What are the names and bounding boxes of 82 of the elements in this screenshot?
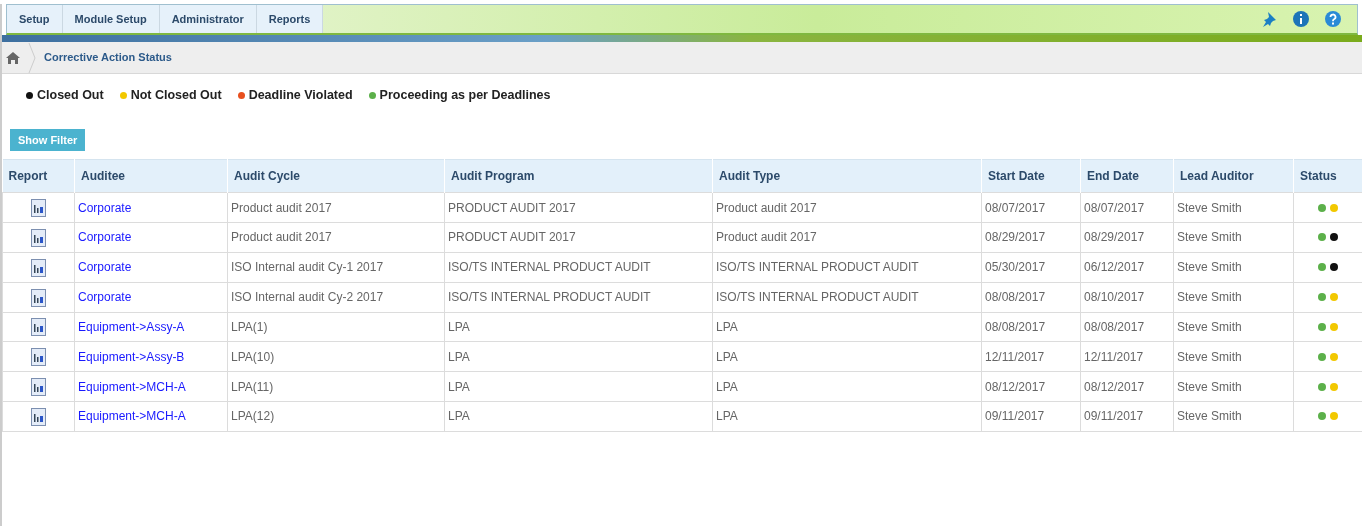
legend-label: Not Closed Out [130, 87, 222, 104]
table-cell: ISO/TS INTERNAL PRODUCT AUDIT [444, 252, 713, 283]
column-header: Audit Type [712, 159, 982, 193]
table-cell: ISO/TS INTERNAL PRODUCT AUDIT [444, 282, 713, 313]
column-header: Audit Cycle [227, 159, 445, 193]
table-cell: Steve Smith [1173, 312, 1294, 342]
table-cell: Product audit 2017 [712, 222, 982, 253]
info-icon[interactable] [1293, 11, 1309, 27]
table-cell: LPA [712, 371, 982, 402]
table-cell: 08/12/2017 [1080, 371, 1174, 402]
menu-tab[interactable]: Module Setup [62, 5, 160, 33]
legend-label: Deadline Violated [248, 87, 353, 104]
table-cell: PRODUCT AUDIT 2017 [444, 192, 713, 223]
table-cell: 08/07/2017 [1080, 192, 1174, 223]
auditee-link[interactable]: Corporate [78, 230, 132, 245]
pin-icon[interactable] [1261, 11, 1277, 27]
menu-tab[interactable]: Reports [256, 5, 324, 33]
table-cell: 08/07/2017 [981, 192, 1081, 223]
table-cell: 08/10/2017 [1080, 282, 1174, 313]
column-header: End Date [1080, 159, 1174, 193]
auditee-link[interactable]: Corporate [78, 290, 132, 305]
table-cell: ISO/TS INTERNAL PRODUCT AUDIT [712, 282, 982, 313]
table-cell: Steve Smith [1173, 222, 1294, 253]
report-icon[interactable] [31, 199, 46, 218]
table-cell: 08/29/2017 [981, 222, 1081, 253]
table-cell: PRODUCT AUDIT 2017 [444, 222, 713, 253]
menu-tab[interactable]: Administrator [159, 5, 257, 33]
auditee-link[interactable]: Corporate [78, 200, 132, 215]
table-cell: Product audit 2017 [712, 192, 982, 223]
table-cell: LPA(11) [227, 371, 445, 402]
table-cell: Product audit 2017 [227, 192, 445, 223]
table-cell: LPA [444, 312, 713, 342]
table-cell: LPA [444, 371, 713, 402]
table-cell: Steve Smith [1173, 401, 1294, 432]
table-cell: 05/30/2017 [981, 252, 1081, 283]
legend-label: Closed Out [37, 87, 104, 104]
page-title: Corrective Action Status [44, 50, 172, 66]
table-cell: ISO Internal audit Cy-2 2017 [227, 282, 445, 313]
table-cell: LPA [712, 401, 982, 432]
menu-tab[interactable]: Setup [7, 5, 63, 33]
table-cell: ISO Internal audit Cy-1 2017 [227, 252, 445, 283]
column-header: Auditee [74, 159, 228, 193]
report-icon[interactable] [31, 378, 46, 397]
report-icon[interactable] [31, 407, 46, 426]
column-header: Report [2, 159, 75, 193]
report-icon[interactable] [31, 318, 46, 337]
legend-label: Proceeding as per Deadlines [379, 87, 551, 104]
table-cell: Steve Smith [1173, 252, 1294, 283]
table-cell: LPA [444, 401, 713, 432]
table-cell: LPA [712, 341, 982, 372]
table-cell: Steve Smith [1173, 282, 1294, 313]
table-cell: 12/11/2017 [1080, 341, 1174, 372]
table-cell: Product audit 2017 [227, 222, 445, 253]
table-cell: LPA [444, 341, 713, 372]
table-cell: 06/12/2017 [1080, 252, 1174, 283]
help-icon[interactable] [1325, 11, 1341, 27]
table-cell: LPA(12) [227, 401, 445, 432]
table-cell: LPA(10) [227, 341, 445, 372]
table-cell: 08/29/2017 [1080, 222, 1174, 253]
table-cell: LPA(1) [227, 312, 445, 342]
table-cell: 08/08/2017 [981, 312, 1081, 342]
report-icon[interactable] [31, 348, 46, 367]
column-header: Status [1293, 159, 1362, 193]
column-header: Start Date [981, 159, 1081, 193]
table-cell: 08/08/2017 [1080, 312, 1174, 342]
table-cell: 09/11/2017 [981, 401, 1081, 432]
table-cell: LPA [712, 312, 982, 342]
column-header: Audit Program [444, 159, 713, 193]
report-icon[interactable] [31, 288, 46, 307]
table-cell: ISO/TS INTERNAL PRODUCT AUDIT [712, 252, 982, 283]
table-cell: 09/11/2017 [1080, 401, 1174, 432]
report-icon[interactable] [31, 258, 46, 277]
table-cell: Steve Smith [1173, 192, 1294, 223]
report-icon[interactable] [31, 228, 46, 247]
table-cell: 08/08/2017 [981, 282, 1081, 313]
home-icon[interactable] [6, 51, 20, 64]
auditee-link[interactable]: Corporate [78, 260, 132, 275]
column-header: Lead Auditor [1173, 159, 1294, 193]
table-cell: 12/11/2017 [981, 341, 1081, 372]
table-cell: Steve Smith [1173, 371, 1294, 402]
table-cell: 08/12/2017 [981, 371, 1081, 402]
table-cell: Steve Smith [1173, 341, 1294, 372]
